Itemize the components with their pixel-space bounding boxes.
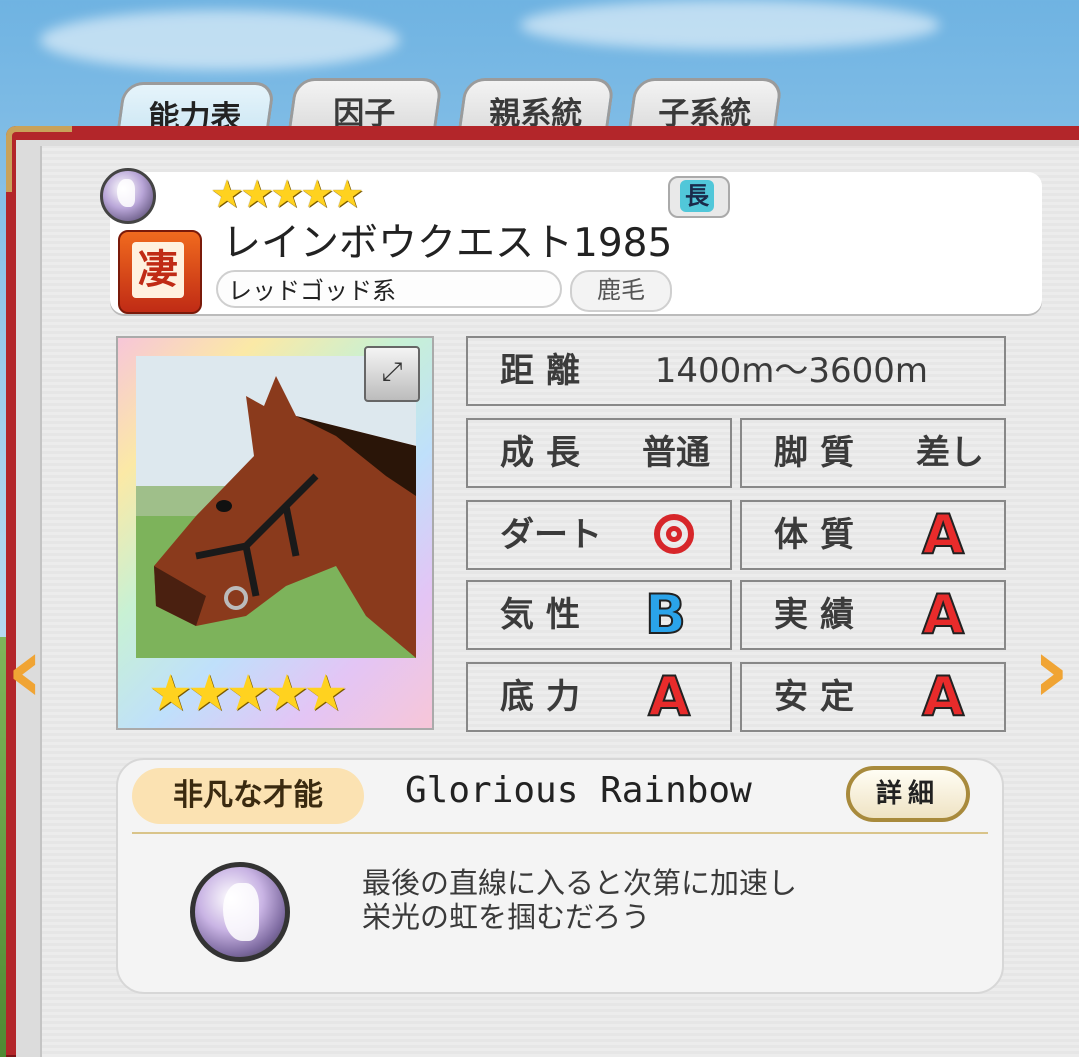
stat-record-label: 実績 <box>774 595 866 635</box>
stat-temperament-grade: B <box>644 582 687 647</box>
stat-stamina-grade: A <box>647 664 691 729</box>
stat-dirt-label: ダート <box>500 515 602 555</box>
stat-record-grade: A <box>921 582 965 647</box>
stat-stamina-label: 底力 <box>500 677 592 717</box>
stat-dirt: ダート <box>466 500 732 570</box>
prev-arrow-icon[interactable]: ‹ <box>0 626 50 716</box>
cloud <box>40 10 400 70</box>
expand-icon[interactable]: ⤢ <box>364 346 420 402</box>
detail-button[interactable]: 詳細 <box>846 766 970 822</box>
talent-horse-icon <box>190 862 290 962</box>
stat-growth-label: 成長 <box>500 433 592 473</box>
divider <box>132 832 988 834</box>
talent-description: 最後の直線に入ると次第に加速し 栄光の虹を掴むだろう <box>362 866 797 934</box>
stat-growth-value: 普通 <box>642 433 710 473</box>
talent-name: Glorious Rainbow <box>405 770 752 811</box>
lineage-label: レッドゴッド系 <box>216 270 562 308</box>
stat-stamina: 底力 A <box>466 662 732 732</box>
stat-stability-grade: A <box>921 664 965 729</box>
stat-running-style: 脚質 差し <box>740 418 1006 488</box>
talent-description-line: 最後の直線に入ると次第に加速し <box>362 866 798 900</box>
portrait-stars: ★★★★★ <box>148 664 348 722</box>
stat-constitution: 体質 A <box>740 500 1006 570</box>
stat-constitution-label: 体質 <box>774 515 866 555</box>
stat-distance-value: 1400m〜3600m <box>654 351 928 391</box>
stat-constitution-grade: A <box>921 502 965 567</box>
stat-stability-label: 安定 <box>774 677 866 717</box>
talent-description-line: 栄光の虹を掴むだろう <box>362 900 651 934</box>
stat-temperament: 気性 B <box>466 580 732 650</box>
stat-record: 実績 A <box>740 580 1006 650</box>
distance-aptitude-badge: 長 <box>668 176 730 218</box>
next-arrow-icon[interactable]: › <box>1026 626 1076 716</box>
stat-distance-label: 距離 <box>500 351 592 391</box>
rarity-stars: ★★★★★ <box>210 172 364 216</box>
stat-growth: 成長 普通 <box>466 418 732 488</box>
talent-badge: 非凡な才能 <box>132 768 364 824</box>
stat-running-style-value: 差し <box>916 433 984 473</box>
stat-stability: 安定 A <box>740 662 1006 732</box>
double-circle-icon <box>654 502 694 568</box>
horse-portrait-frame[interactable]: ⤢ ★★★★★ <box>116 336 434 730</box>
stat-running-style-label: 脚質 <box>774 433 866 473</box>
horse-emblem-icon <box>100 168 156 224</box>
cloud <box>520 0 940 50</box>
stat-temperament-label: 気性 <box>500 595 592 635</box>
stat-distance: 距離 1400m〜3600m <box>466 336 1006 406</box>
horse-name: レインボウクエスト1985 <box>222 221 673 266</box>
coat-color-label: 鹿毛 <box>570 270 672 312</box>
sugoi-type-icon: 凄 <box>118 230 202 314</box>
